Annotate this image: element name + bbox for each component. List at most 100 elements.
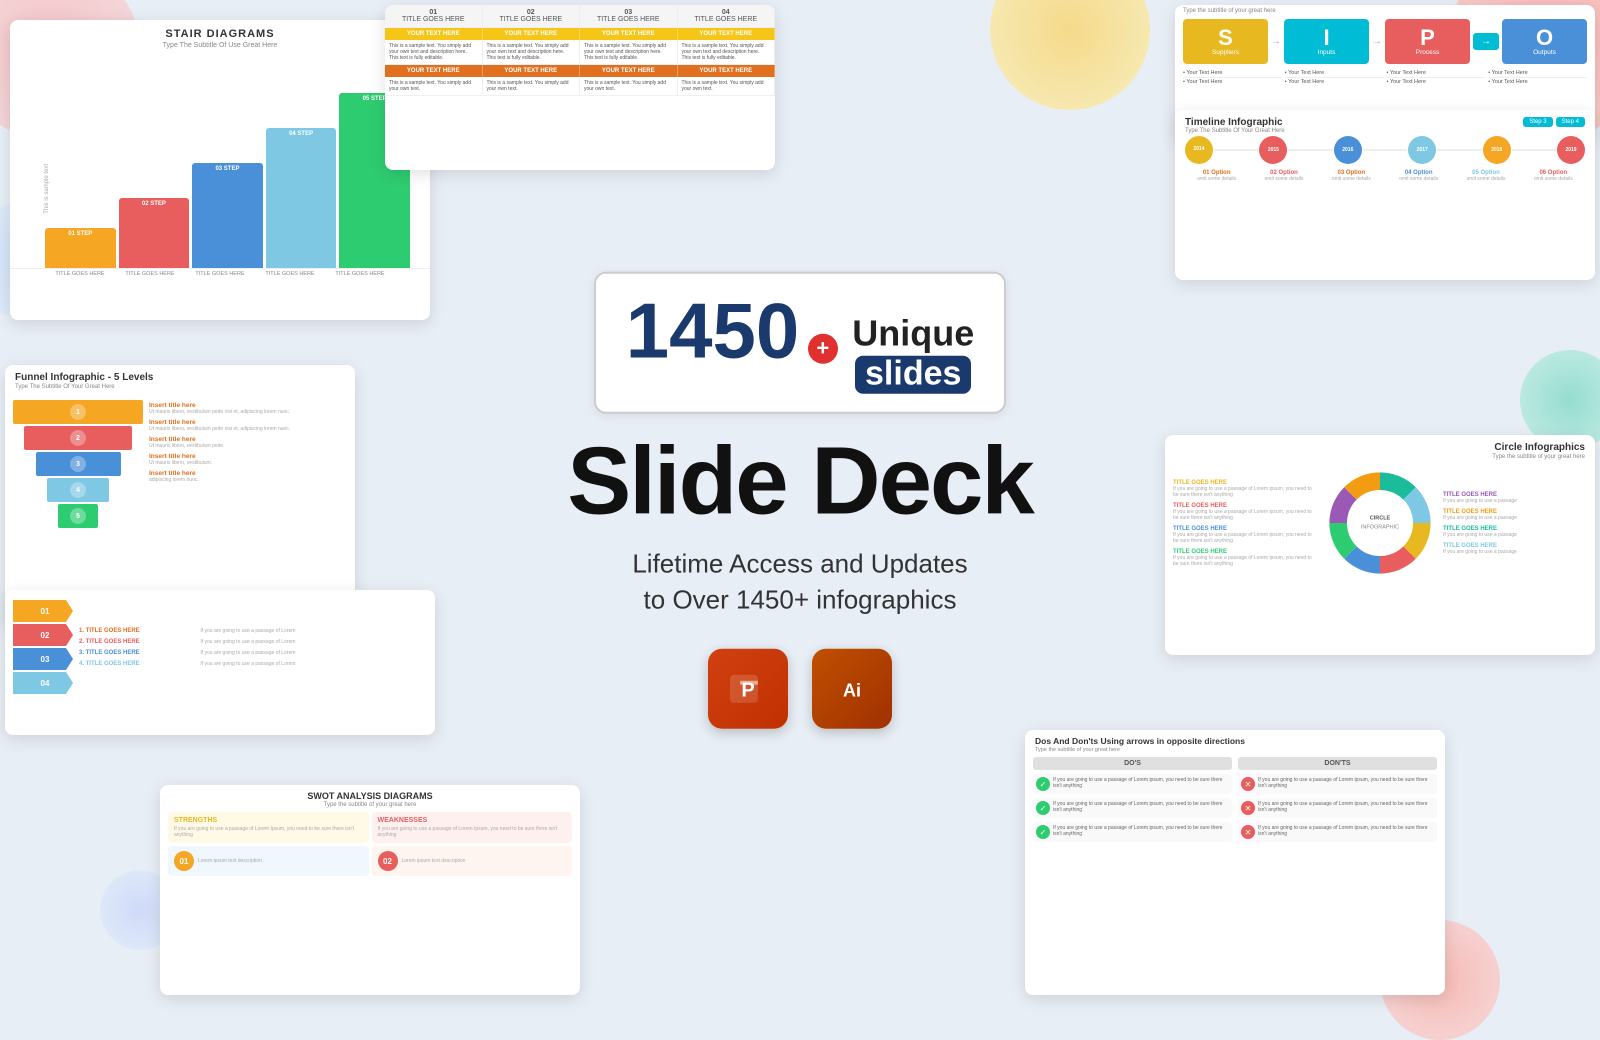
svg-text:INFOGRAPHIC: INFOGRAPHIC <box>1361 525 1399 531</box>
circle-label-6: TITLE GOES HERE If you are going to use … <box>1443 509 1587 521</box>
sipo-arrow-button: → <box>1473 33 1499 50</box>
arrow-desc-1: If you are going to use a passage of Lor… <box>200 628 427 634</box>
arrow-item-01: 01 <box>13 600 73 622</box>
arrow-item-04: 04 <box>13 672 73 694</box>
circle-title: Circle Infographics <box>1165 435 1595 454</box>
funnel-subtitle: Type The Subtitle Of Your Great Here <box>5 384 355 394</box>
swot-card: SWOT ANALYSIS DIAGRAMS Type the subtitle… <box>160 785 580 995</box>
timeline-option-1: 01 Option omit some details <box>1183 170 1250 182</box>
swot-cell-3: 01 Lorem ipsum text description <box>168 846 369 876</box>
arrow-label-4: 4. TITLE GOES HERE <box>79 661 192 667</box>
dosdont-cols: DO'S ✓ If you are going to use a passage… <box>1025 757 1445 850</box>
timeline-step-2016: 2016 <box>1334 136 1362 164</box>
timeline-step-2018: 2018 <box>1483 136 1511 164</box>
main-title: Slide Deck <box>560 433 1040 529</box>
table-yellow-cell: YOUR TEXT HERE <box>678 28 776 40</box>
sipo-box-s: S Suppliers <box>1183 19 1268 64</box>
circle-donut-svg: CIRCLE INFOGRAPHIC <box>1325 468 1435 578</box>
circle-label-5: TITLE GOES HERE If you are going to use … <box>1443 492 1587 504</box>
timeline-option-3: 03 Option omit some details <box>1318 170 1385 182</box>
stair-diagram-card: STAIR DIAGRAMS Type The Subtitle Of Use … <box>10 20 430 320</box>
funnel-body: 1 2 3 4 5 Insert title here Ut mauris li… <box>5 394 355 532</box>
table-content-row: This is a sample text. You simply add yo… <box>385 40 775 65</box>
funnel-level-3: 3 <box>36 452 121 476</box>
circle-subtitle: Type the subtitle of your great here <box>1165 454 1595 464</box>
ai-logo-svg: Ai <box>830 666 874 710</box>
circle-card: Circle Infographics Type the subtitle of… <box>1165 435 1595 655</box>
stair-axis-label: TITLE GOES HERE <box>55 271 104 277</box>
arrow-desc-2: If you are going to use a passage of Lor… <box>200 639 427 645</box>
funnel-title: Funnel Infographic - 5 Levels <box>5 365 355 384</box>
circle-left-labels: TITLE GOES HERE If you are going to use … <box>1173 468 1317 578</box>
swot-title: SWOT ANALYSIS DIAGRAMS <box>160 785 580 802</box>
table-content-cell: This is a sample text. You simply add yo… <box>678 77 776 95</box>
slide-count-plus: + <box>808 334 838 364</box>
arrow-descriptions: If you are going to use a passage of Lor… <box>192 628 427 667</box>
table-content-cell: This is a sample text. You simply add yo… <box>483 40 581 64</box>
table-orange-cell: YOUR TEXT HERE <box>678 65 776 77</box>
sipo-boxes-row: S Suppliers → I Inputs → P Process → O O… <box>1175 14 1595 69</box>
timeline-step-2017: 2017 <box>1408 136 1436 164</box>
funnel-level-1: 1 <box>13 400 143 424</box>
timeline-step-buttons: Step 3 Step 4 <box>1523 117 1585 127</box>
table-yellow-cell: YOUR TEXT HERE <box>580 28 678 40</box>
dosdont-subtitle: Type the subtitle of your great here <box>1025 747 1445 757</box>
swot-weaknesses: WEAKNESSES If you are going to use a pas… <box>372 812 573 843</box>
stair-subtitle: Type The Subtitle Of Use Great Here <box>10 42 430 49</box>
table-yellow-row: YOUR TEXT HERE YOUR TEXT HERE YOUR TEXT … <box>385 28 775 40</box>
timeline-step-2014: 2014 <box>1185 136 1213 164</box>
funnel-label-5: Insert title here adipiscing lorem nunc. <box>149 470 347 483</box>
table-content-cell: This is a sample text. You simply add yo… <box>678 40 776 64</box>
funnel-level-2: 2 <box>24 426 132 450</box>
timeline-step-2019: 2019 <box>1557 136 1585 164</box>
svg-text:Ai: Ai <box>843 680 861 700</box>
dosdont-dos-row-1: ✓ If you are going to use a passage of L… <box>1033 774 1232 794</box>
circle-label-1: TITLE GOES HERE If you are going to use … <box>1173 480 1317 498</box>
circle-right-labels: TITLE GOES HERE If you are going to use … <box>1443 468 1587 578</box>
timeline-step-2015: 2015 <box>1259 136 1287 164</box>
timeline-subtitle: Type The Subtitle Of Your Great Here <box>1185 128 1285 134</box>
timeline-steps-row: 2014 2015 2016 2017 2018 2019 <box>1175 136 1595 164</box>
sipo-box-p: P Process <box>1385 19 1470 64</box>
table-content-cell: This is a sample text. You simply add yo… <box>385 40 483 64</box>
swot-cell-4: 02 Lorem ipsum text description <box>372 846 573 876</box>
arrow-desc-3: If you are going to use a passage of Lor… <box>200 650 427 656</box>
subtitle-line2: to Over 1450+ infographics <box>644 585 957 615</box>
app-icons: P Ai <box>560 648 1040 728</box>
table-orange-cell: YOUR TEXT HERE <box>580 65 678 77</box>
sipo-list-col-1: • Your Text Here • Your Text Here <box>1183 69 1282 86</box>
arrow-shapes: 01 02 03 04 <box>13 600 73 694</box>
table-yellow-cell: YOUR TEXT HERE <box>483 28 581 40</box>
dosdont-card: Dos And Don'ts Using arrows in opposite … <box>1025 730 1445 995</box>
funnel-labels: Insert title here Ut mauris libero, vest… <box>149 398 347 528</box>
center-content: 1450 + Unique slides Slide Deck Lifetime… <box>560 272 1040 729</box>
dosdont-dos-row-2: ✓ If you are going to use a passage of L… <box>1033 798 1232 818</box>
sipo-list-col-4: • Your Text Here • Your Text Here <box>1488 69 1587 86</box>
table-content-row2: This is a sample text. You simply add yo… <box>385 77 775 96</box>
arrow-label-3: 3. TITLE GOES HERE <box>79 650 192 656</box>
stair-axis-label: TITLE GOES HERE <box>335 271 384 277</box>
svg-text:CIRCLE: CIRCLE <box>1370 516 1391 522</box>
circle-label-8: TITLE GOES HERE If you are going to use … <box>1443 543 1587 555</box>
sipo-box-o: O Outputs <box>1502 19 1587 64</box>
dosdont-donts-col: DON'TS ✕ If you are going to use a passa… <box>1238 757 1437 842</box>
stair-title: STAIR DIAGRAMS <box>10 20 430 42</box>
table-header-cell: 03TITLE GOES HERE <box>580 5 678 27</box>
table-diagram-card: 01TITLE GOES HERE 02TITLE GOES HERE 03TI… <box>385 5 775 170</box>
timeline-step4-btn: Step 4 <box>1556 117 1585 127</box>
sipo-list-col-3: • Your Text Here • Your Text Here <box>1387 69 1486 86</box>
arrow-item-03: 03 <box>13 648 73 670</box>
sipo-box-i: I Inputs <box>1284 19 1369 64</box>
timeline-option-4: 04 Option omit some details <box>1385 170 1452 182</box>
dosdont-donts-row-3: ✕ If you are going to use a passage of L… <box>1238 822 1437 842</box>
slide-count-number: 1450 <box>626 292 800 370</box>
dosdont-dos-col: DO'S ✓ If you are going to use a passage… <box>1033 757 1232 842</box>
subtitle-line1: Lifetime Access and Updates <box>632 548 967 578</box>
stair-axis-label: TITLE GOES HERE <box>265 271 314 277</box>
circle-donut-container: CIRCLE INFOGRAPHIC <box>1325 468 1435 578</box>
funnel-card: Funnel Infographic - 5 Levels Type The S… <box>5 365 355 625</box>
arrow-desc-4: If you are going to use a passage of Lor… <box>200 661 427 667</box>
sipo-list-col-2: • Your Text Here • Your Text Here <box>1285 69 1384 86</box>
funnel-label-1: Insert title here Ut mauris libero, vest… <box>149 400 347 415</box>
funnel-level-5: 5 <box>58 504 98 528</box>
